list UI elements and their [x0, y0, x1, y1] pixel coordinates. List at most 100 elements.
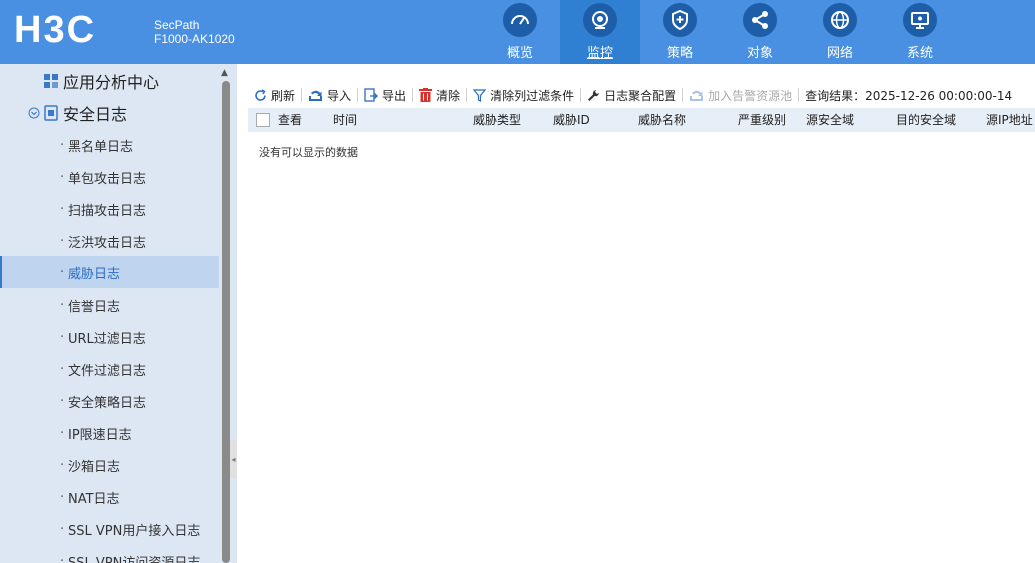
- monitor-icon: [903, 3, 937, 37]
- add-alarm-icon: [690, 90, 704, 101]
- bullet-icon: ·: [60, 137, 65, 153]
- export-icon: [364, 88, 378, 102]
- bullet-icon: ·: [60, 169, 65, 185]
- clear-button[interactable]: 清除: [413, 87, 466, 104]
- column-header-severity[interactable]: 严重级别: [738, 108, 786, 132]
- bullet-icon: ·: [60, 553, 65, 563]
- sidebar-item-label: 安全策略日志: [68, 395, 147, 411]
- sidebar-group-app-analysis[interactable]: 应用分析中心: [0, 65, 159, 97]
- aggregate-config-label: 日志聚合配置: [604, 88, 677, 103]
- sidebar-item-nat-log[interactable]: · NAT日志: [0, 481, 219, 513]
- model-name: F1000-AK1020: [154, 32, 235, 46]
- sidebar-group-security-log[interactable]: 安全日志: [0, 97, 127, 129]
- bullet-icon: ·: [60, 425, 65, 441]
- nav-label: 监控: [586, 46, 613, 61]
- add-alarm-pool-label: 加入告警资源池: [708, 88, 793, 103]
- wrench-icon: [588, 89, 600, 101]
- nav-label: 系统: [906, 46, 933, 61]
- nav-label: 概览: [506, 46, 533, 61]
- scroll-up-icon[interactable]: ▲: [221, 68, 228, 78]
- import-button[interactable]: 导入: [302, 87, 357, 104]
- grid-icon: [44, 74, 58, 88]
- sidebar-item-security-policy-log[interactable]: · 安全策略日志: [0, 385, 219, 417]
- add-alarm-pool-button[interactable]: 加入告警资源池: [683, 87, 798, 104]
- sidebar-item-ip-rate-limit-log[interactable]: · IP限速日志: [0, 417, 219, 449]
- column-header-source-ip[interactable]: 源IP地址: [986, 108, 1033, 132]
- share-icon: [743, 3, 777, 37]
- sidebar: 应用分析中心 安全日志 · 黑名单日志 · 单包攻击日志 · 扫描攻击日志 · 泛洪攻击…: [0, 64, 219, 563]
- refresh-button[interactable]: 刷新: [248, 87, 301, 104]
- sidebar-item-threat-log[interactable]: · 威胁日志: [0, 256, 219, 288]
- sidebar-scrollbar-thumb[interactable]: [222, 81, 230, 563]
- sidebar-item-sslvpn-resource-access-log[interactable]: · SSL VPN访问资源日志: [0, 545, 219, 563]
- bullet-icon: ·: [60, 329, 65, 345]
- empty-table-message: 没有可以显示的数据: [259, 146, 358, 159]
- nav-policy[interactable]: 策略: [640, 0, 720, 64]
- product-line: SecPath: [154, 18, 200, 32]
- filter-icon: [473, 88, 487, 102]
- refresh-label: 刷新: [271, 88, 296, 103]
- nav-monitor[interactable]: 监控: [560, 0, 640, 64]
- column-header-time[interactable]: 时间: [333, 108, 357, 132]
- panel-splitter-handle[interactable]: ◂: [230, 440, 237, 478]
- camera-icon: [583, 3, 617, 37]
- collapse-icon: [28, 107, 40, 119]
- nav-label: 策略: [666, 46, 693, 61]
- sidebar-item-label: SSL VPN用户接入日志: [68, 523, 201, 539]
- nav-system[interactable]: 系统: [880, 0, 960, 64]
- refresh-icon: [255, 88, 266, 101]
- clear-filters-label: 清除列过滤条件: [490, 88, 575, 103]
- sidebar-item-flood-attack-log[interactable]: · 泛洪攻击日志: [0, 225, 219, 257]
- aggregate-config-button[interactable]: 日志聚合配置: [581, 87, 682, 104]
- trash-icon: [419, 88, 433, 102]
- svg-text:H3C: H3C: [14, 12, 96, 46]
- sidebar-item-label: 黑名单日志: [68, 139, 134, 155]
- column-header-source-zone[interactable]: 源安全域: [806, 108, 854, 132]
- sidebar-item-label: 扫描攻击日志: [68, 203, 147, 219]
- column-header-threat-id[interactable]: 威胁ID: [553, 108, 590, 132]
- sidebar-item-scan-attack-log[interactable]: · 扫描攻击日志: [0, 193, 219, 225]
- sidebar-item-label: NAT日志: [68, 491, 120, 507]
- nav-network[interactable]: 网络: [800, 0, 880, 64]
- select-all-checkbox[interactable]: [256, 113, 270, 127]
- bullet-icon: ·: [60, 201, 65, 217]
- sidebar-item-label: SSL VPN访问资源日志: [68, 555, 201, 563]
- bullet-icon: ·: [60, 393, 65, 409]
- main-nav: 概览 监控 策略 对象 网络 系统: [480, 0, 960, 64]
- sidebar-group-label: 安全日志: [63, 105, 128, 124]
- column-header-threat-type[interactable]: 威胁类型: [473, 108, 521, 132]
- sidebar-item-single-packet-attack-log[interactable]: · 单包攻击日志: [0, 161, 219, 193]
- column-header-view[interactable]: 查看: [278, 108, 302, 132]
- clear-filters-button[interactable]: 清除列过滤条件: [467, 87, 580, 104]
- sidebar-item-label: IP限速日志: [68, 427, 132, 443]
- main-content: 刷新 导入 导出 清除 清除列过滤条件 日志聚合配置 加入告警资源池 查询结果：…: [238, 64, 1035, 563]
- nav-overview[interactable]: 概览: [480, 0, 560, 64]
- clear-label: 清除: [436, 88, 461, 103]
- sidebar-item-url-filter-log[interactable]: · URL过滤日志: [0, 321, 219, 353]
- bullet-icon: ·: [60, 233, 65, 249]
- query-result-text: 查询结果：2025-12-26 00:00:00-14: [805, 88, 1013, 103]
- column-header-threat-name[interactable]: 威胁名称: [638, 108, 686, 132]
- table-header: 查看 时间 威胁类型 威胁ID 威胁名称 严重级别 源安全域 目的安全域 源IP…: [248, 108, 1035, 132]
- sidebar-item-label: 威胁日志: [68, 266, 121, 282]
- sidebar-item-file-filter-log[interactable]: · 文件过滤日志: [0, 353, 219, 385]
- sidebar-item-label: URL过滤日志: [68, 331, 146, 347]
- sidebar-item-sslvpn-user-access-log[interactable]: · SSL VPN用户接入日志: [0, 513, 219, 545]
- sidebar-item-label: 信誉日志: [68, 299, 121, 315]
- h3c-logo: H3C: [14, 12, 96, 46]
- sidebar-item-sandbox-log[interactable]: · 沙箱日志: [0, 449, 219, 481]
- export-button[interactable]: 导出: [358, 87, 412, 104]
- column-header-dest-zone[interactable]: 目的安全域: [896, 108, 956, 132]
- bullet-icon: ·: [60, 457, 65, 473]
- sidebar-item-label: 沙箱日志: [68, 459, 121, 475]
- bullet-icon: ·: [60, 297, 65, 313]
- export-label: 导出: [382, 88, 407, 103]
- import-label: 导入: [327, 88, 352, 103]
- sidebar-item-blacklist-log[interactable]: · 黑名单日志: [0, 129, 219, 161]
- nav-object[interactable]: 对象: [720, 0, 800, 64]
- top-header: H3C SecPath F1000-AK1020 概览 监控 策略 对象 网络 …: [0, 0, 1035, 64]
- gauge-icon: [503, 3, 537, 37]
- sidebar-item-label: 单包攻击日志: [68, 171, 147, 187]
- sidebar-item-reputation-log[interactable]: · 信誉日志: [0, 289, 219, 321]
- bullet-icon: ·: [60, 264, 65, 280]
